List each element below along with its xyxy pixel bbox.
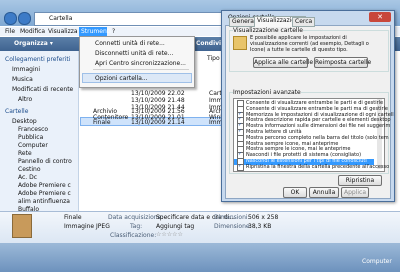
- detail-tag-value[interactable]: Aggiungi tag: [156, 223, 194, 230]
- rating-stars[interactable]: ☆☆☆☆☆: [156, 231, 183, 238]
- folder-cestino[interactable]: Cestino: [18, 166, 41, 173]
- tab-search[interactable]: Cerca: [292, 17, 316, 27]
- table-row[interactable]: Finale 13/10/2009 21.14 Imm: [79, 119, 229, 126]
- detail-type: Immagine JPEG: [64, 223, 110, 230]
- folder-pannello[interactable]: Pannello di contro: [18, 158, 72, 165]
- menu-file[interactable]: File: [5, 28, 15, 35]
- menu-item-sync-center[interactable]: Apri Centro sincronizzazione...: [95, 60, 186, 67]
- detail-date-label: Data acquisizione:: [108, 214, 164, 221]
- folder-views-title: Visualizzazione cartelle: [233, 27, 303, 34]
- links-header: Collegamenti preferiti: [5, 56, 71, 63]
- row-date: 13/10/2009 22.02: [131, 90, 185, 97]
- nav-link-recent[interactable]: Modificati di recente: [12, 86, 73, 93]
- detail-size-value: 38,3 KB: [248, 223, 272, 230]
- detail-size-label: Dimensione:: [214, 223, 252, 230]
- cancel-button[interactable]: Annulla: [309, 187, 339, 198]
- organize-button[interactable]: Organizza ▾: [14, 40, 53, 47]
- folders-header: Cartelle: [5, 108, 29, 115]
- folder-computer[interactable]: Computer: [18, 142, 48, 149]
- row-type: Cart: [209, 90, 222, 97]
- nav-link-musica[interactable]: Musica: [12, 76, 33, 83]
- close-button[interactable]: ✕: [369, 12, 391, 22]
- restore-defaults-button[interactable]: Ripristina: [338, 175, 382, 186]
- nav-link-more[interactable]: Altro: [18, 96, 32, 103]
- folder-desktop[interactable]: Desktop: [12, 118, 37, 125]
- address-bar[interactable]: Cartella: [34, 12, 226, 26]
- menu-separator: [93, 69, 189, 70]
- menu-item-map-drive[interactable]: Connetti unità di rete...: [95, 40, 165, 47]
- detail-name: Finale: [64, 214, 82, 221]
- address-text: Cartella: [49, 15, 73, 22]
- reset-folders-button[interactable]: Reimposta cartelle: [314, 57, 371, 68]
- menu-item-folder-options[interactable]: Opzioni cartella...: [95, 75, 148, 82]
- folder-rete[interactable]: Rete: [18, 150, 32, 157]
- folder-views-text: È possibile applicare le impostazioni di…: [250, 35, 369, 53]
- column-type[interactable]: Tipo: [207, 55, 220, 62]
- row-date: 13/10/2009 21.14: [131, 119, 185, 126]
- folder-pubblica[interactable]: Pubblica: [18, 134, 43, 141]
- options-container: Consente di visualizzare entrambe le par…: [233, 100, 394, 171]
- forward-button[interactable]: [18, 12, 31, 25]
- folder-francesco[interactable]: Francesco: [18, 126, 48, 133]
- desktop-computer-label[interactable]: Computer: [362, 258, 392, 265]
- file-thumbnail: [12, 214, 32, 238]
- detail-dims-value: 506 x 258: [248, 214, 279, 221]
- folder-alim[interactable]: alim antinfluenza: [18, 198, 70, 205]
- row-name: Finale: [93, 119, 111, 126]
- apply-to-folders-button[interactable]: Applica alle cartelle: [253, 57, 313, 68]
- desktop-background: [0, 243, 400, 272]
- folder-acdc[interactable]: Ac. Dc: [18, 174, 37, 181]
- nav-link-immagini[interactable]: Immagini: [12, 66, 40, 73]
- back-button[interactable]: [4, 12, 17, 25]
- menu-help[interactable]: ?: [112, 28, 115, 35]
- menu-modifica[interactable]: Modifica: [20, 28, 45, 35]
- folder-adobe-1[interactable]: Adobe Premiere c: [18, 182, 71, 189]
- menu-item-disconnect-drive[interactable]: Disconnetti unità di rete...: [95, 50, 173, 57]
- apply-button[interactable]: Applica: [341, 187, 369, 198]
- detail-tag-label: Tag:: [130, 223, 143, 230]
- option-checkbox[interactable]: [237, 163, 244, 171]
- detail-dims-label: Dimensioni:: [214, 214, 250, 221]
- row-date: 13/10/2009 21.48: [131, 97, 185, 104]
- detail-rating-label: Classificazione:: [110, 232, 157, 239]
- option-label: Ripristina la finestra della cartella pr…: [246, 163, 390, 170]
- folder-icon: [233, 36, 247, 50]
- ok-button[interactable]: OK: [283, 187, 307, 198]
- menu-strumenti[interactable]: Strumenti: [81, 28, 111, 35]
- advanced-settings-title: Impostazioni avanzate: [233, 89, 301, 96]
- menu-visualizza[interactable]: Visualizza: [48, 28, 78, 35]
- folder-adobe-2[interactable]: Adobe Premiere c: [18, 190, 71, 197]
